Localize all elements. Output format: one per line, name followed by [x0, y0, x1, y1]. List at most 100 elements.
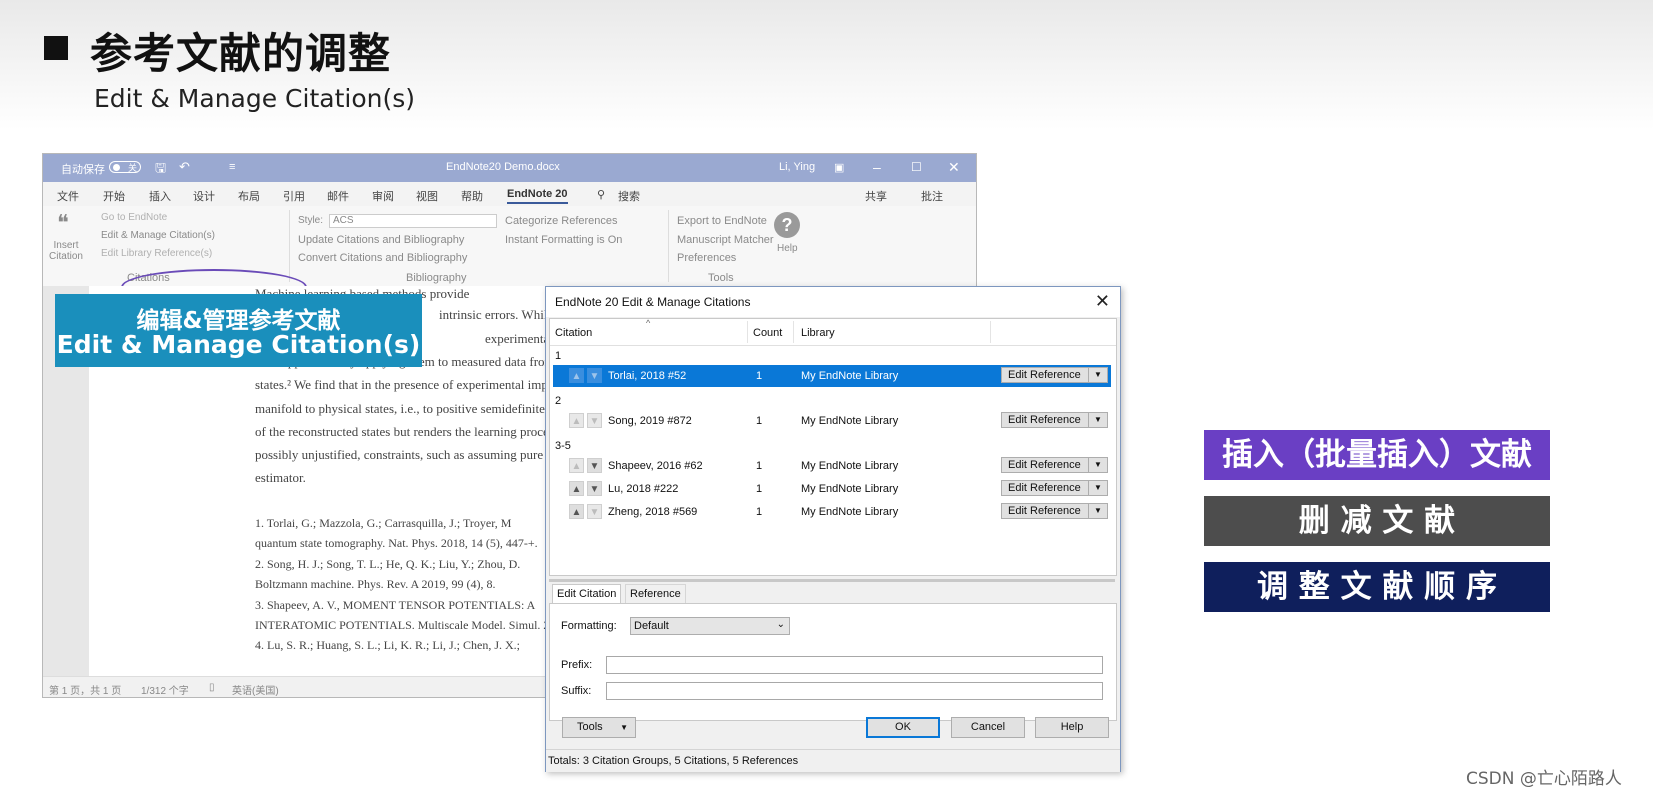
doc-line: 3. Shapeev, A. V., MOMENT TENSOR POTENTI… [255, 598, 536, 612]
chevron-down-icon[interactable]: ▼ [1088, 504, 1107, 518]
move-down-icon[interactable]: ▼ [587, 458, 602, 473]
search-label[interactable]: 搜索 [618, 188, 640, 204]
search-icon[interactable]: ⚲ [597, 188, 605, 201]
chevron-down-icon[interactable]: ▼ [1088, 368, 1107, 382]
move-up-icon[interactable]: ▲ [569, 481, 584, 496]
citation-library: My EndNote Library [801, 506, 899, 518]
doc-line: Boltzmann machine. Phys. Rev. A 2019, 99… [255, 577, 496, 591]
citation-row-torlai[interactable]: ▲ ▼ Torlai, 2018 #52 1 My EndNote Librar… [553, 365, 1111, 387]
edit-reference-button[interactable]: Edit Reference ▼ [1001, 367, 1108, 383]
panel-splitter[interactable] [549, 579, 1115, 582]
status-language[interactable]: 英语(美国) [232, 682, 279, 697]
menu-review[interactable]: 审阅 [372, 188, 394, 204]
menu-layout[interactable]: 布局 [238, 188, 260, 204]
export-to-endnote-button[interactable]: Export to EndNote [677, 215, 767, 227]
instant-formatting-button[interactable]: Instant Formatting is On [505, 234, 622, 246]
manuscript-matcher-button[interactable]: Manuscript Matcher [677, 234, 774, 246]
edit-reference-button[interactable]: Edit Reference ▼ [1001, 503, 1108, 519]
citation-row-shapeev[interactable]: ▲ ▼ Shapeev, 2016 #62 1 My EndNote Libra… [550, 455, 1116, 477]
ribbon-separator [668, 210, 669, 282]
citation-row-song[interactable]: ▲ ▼ Song, 2019 #872 1 My EndNote Library… [550, 410, 1116, 432]
menu-references[interactable]: 引用 [283, 188, 305, 204]
customize-toolbar-icon[interactable]: ≡ [229, 161, 235, 173]
move-up-icon[interactable]: ▲ [569, 413, 584, 428]
help-button[interactable]: Help [1035, 717, 1109, 738]
dialog-close-icon[interactable]: ✕ [1095, 291, 1110, 312]
save-icon[interactable]: 🖫 [155, 159, 166, 181]
comments-button[interactable]: 批注 [921, 188, 943, 204]
citation-library: My EndNote Library [801, 483, 899, 495]
column-citation[interactable]: Citation [555, 327, 592, 339]
citation-name: Torlai, 2018 #52 [608, 370, 687, 382]
edit-reference-button[interactable]: Edit Reference ▼ [1001, 457, 1108, 473]
edit-manage-citations-button[interactable]: Edit & Manage Citation(s) [101, 230, 215, 241]
edit-reference-label: Edit Reference [1008, 505, 1081, 517]
ribbon-separator [289, 210, 290, 282]
cancel-button[interactable]: Cancel [951, 717, 1025, 738]
share-button[interactable]: 共享 [865, 188, 887, 204]
tools-button[interactable]: Tools ▼ [562, 717, 636, 738]
status-words[interactable]: 1/312 个字 [141, 682, 189, 697]
move-down-icon[interactable]: ▼ [587, 413, 602, 428]
insert-citation-icon[interactable]: ❝ [57, 210, 69, 236]
move-down-icon[interactable]: ▼ [587, 368, 602, 383]
user-name[interactable]: Li, Ying [779, 161, 815, 173]
menu-mailings[interactable]: 邮件 [327, 188, 349, 204]
close-icon[interactable]: ✕ [948, 159, 960, 176]
style-select[interactable]: ACS [329, 214, 497, 228]
slide-title: 参考文献的调整 [90, 29, 392, 78]
tab-reference[interactable]: Reference [625, 584, 686, 604]
convert-citations-button[interactable]: Convert Citations and Bibliography [298, 252, 467, 264]
chevron-down-icon[interactable]: ▼ [1088, 481, 1107, 495]
group-label: 3-5 [555, 440, 571, 452]
menu-home[interactable]: 开始 [103, 188, 125, 204]
move-up-icon[interactable]: ▲ [569, 504, 584, 519]
autosave-toggle[interactable]: 关 [109, 161, 141, 173]
help-button-label[interactable]: Help [777, 243, 798, 254]
doc-line: 2. Song, H. J.; Song, T. L.; He, Q. K.; … [255, 557, 521, 571]
ok-button[interactable]: OK [866, 717, 940, 738]
go-to-endnote-button[interactable]: Go to EndNote [101, 212, 167, 223]
suffix-input[interactable] [606, 682, 1103, 700]
help-icon[interactable]: ? [774, 212, 800, 238]
edit-reference-button[interactable]: Edit Reference ▼ [1001, 480, 1108, 496]
edit-library-reference-button[interactable]: Edit Library Reference(s) [101, 248, 212, 259]
undo-icon[interactable]: ↶ [179, 159, 190, 175]
proofing-icon[interactable]: ▯ [209, 682, 215, 693]
move-down-icon[interactable]: ▼ [587, 481, 602, 496]
move-up-icon[interactable]: ▲ [569, 458, 584, 473]
menu-file[interactable]: 文件 [57, 188, 79, 204]
chevron-down-icon[interactable]: ▼ [1088, 413, 1107, 427]
suffix-label: Suffix: [561, 685, 592, 697]
column-library[interactable]: Library [801, 327, 835, 339]
autosave-label: 自动保存 [61, 164, 105, 176]
prefix-input[interactable] [606, 656, 1103, 674]
doc-line: possibly unjustified, constraints, such … [255, 447, 561, 462]
citation-count: 1 [756, 415, 763, 427]
menu-help[interactable]: 帮助 [461, 188, 483, 204]
update-citations-button[interactable]: Update Citations and Bibliography [298, 234, 464, 246]
menu-insert[interactable]: 插入 [149, 188, 171, 204]
menu-design[interactable]: 设计 [193, 188, 215, 204]
categorize-references-button[interactable]: Categorize References [505, 215, 618, 227]
edit-reference-button[interactable]: Edit Reference ▼ [1001, 412, 1108, 428]
citation-row-lu[interactable]: ▲ ▼ Lu, 2018 #222 1 My EndNote Library E… [550, 478, 1116, 500]
move-down-icon[interactable]: ▼ [587, 504, 602, 519]
citation-row-zheng[interactable]: ▲ ▼ Zheng, 2018 #569 1 My EndNote Librar… [550, 501, 1116, 523]
column-count[interactable]: Count [753, 327, 782, 339]
ribbon-display-icon[interactable]: ▣ [834, 161, 844, 174]
insert-citation-button[interactable]: Insert Citation [47, 240, 85, 262]
citation-name: Zheng, 2018 #569 [608, 506, 698, 518]
citation-library: My EndNote Library [801, 415, 899, 427]
chevron-down-icon[interactable]: ▼ [1088, 458, 1107, 472]
menu-view[interactable]: 视图 [416, 188, 438, 204]
move-up-icon[interactable]: ▲ [569, 368, 584, 383]
menu-endnote[interactable]: EndNote 20 [507, 188, 568, 204]
maximize-icon[interactable]: ☐ [911, 160, 922, 174]
status-page[interactable]: 第 1 页，共 1 页 [49, 682, 121, 697]
formatting-select[interactable]: Default ⌄ [630, 617, 790, 635]
preferences-button[interactable]: Preferences [677, 252, 736, 264]
minimize-icon[interactable]: – [873, 159, 881, 175]
edit-reference-label: Edit Reference [1008, 414, 1081, 426]
tab-edit-citation[interactable]: Edit Citation [552, 584, 622, 604]
